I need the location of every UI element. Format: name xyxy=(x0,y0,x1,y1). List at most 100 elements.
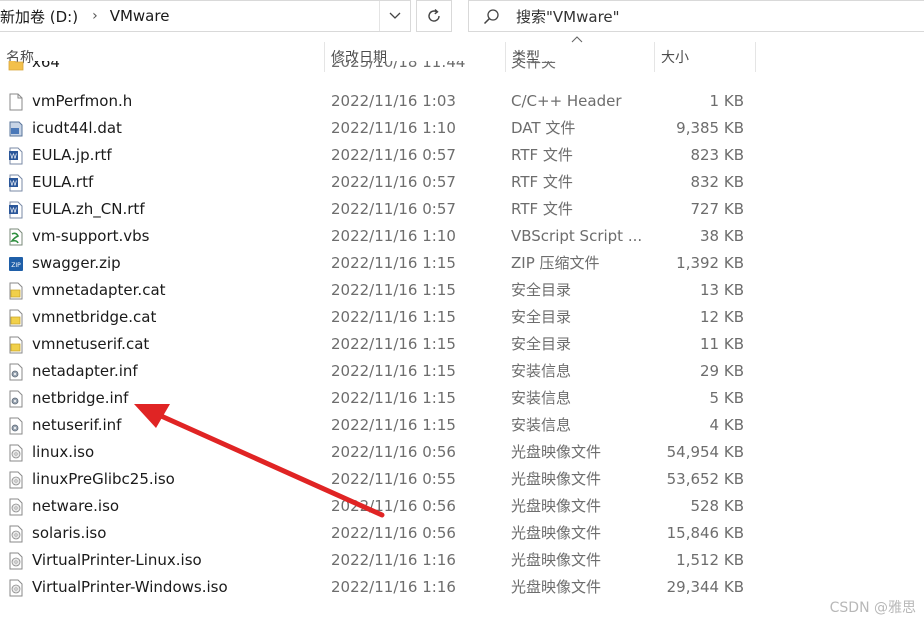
file-type: 光盘映像文件 xyxy=(511,497,602,515)
disc-image-icon xyxy=(8,471,24,489)
file-size: 5 KB xyxy=(709,389,744,407)
file-row[interactable]: linuxPreGlibc25.iso 2022/11/16 0:55 光盘映像文件… xyxy=(0,466,924,493)
chevron-down-icon xyxy=(389,12,401,19)
file-size: 11 KB xyxy=(700,335,744,353)
file-name: EULA.jp.rtf xyxy=(32,146,112,164)
breadcrumb-drive[interactable]: 新加卷 (D:) xyxy=(0,6,78,27)
file-type: 安全目录 xyxy=(511,281,572,299)
file-name: vmnetuserif.cat xyxy=(32,335,150,353)
file-row[interactable]: W EULA.rtf 2022/11/16 0:57 RTF 文件 832 KB xyxy=(0,169,924,196)
word-document-icon: W xyxy=(8,201,24,219)
file-row[interactable]: netware.iso 2022/11/16 0:56 光盘映像文件 528 KB xyxy=(0,493,924,520)
disc-image-icon xyxy=(8,525,24,543)
svg-text:W: W xyxy=(10,180,17,188)
word-document-icon: W xyxy=(8,174,24,192)
file-name: netuserif.inf xyxy=(32,416,122,434)
file-row[interactable]: W EULA.jp.rtf 2022/11/16 0:57 RTF 文件 823 KB xyxy=(0,142,924,169)
file-date: 2022/11/16 1:15 xyxy=(331,308,456,326)
address-history-dropdown[interactable] xyxy=(379,1,410,31)
file-date: 2022/11/16 1:10 xyxy=(331,119,456,137)
security-catalog-icon xyxy=(8,336,24,354)
file-type: 安全目录 xyxy=(511,335,572,353)
file-name: VirtualPrinter-Linux.iso xyxy=(32,551,202,569)
file-type: VBScript Script ... xyxy=(511,227,641,245)
file-size: 53,652 KB xyxy=(666,470,744,488)
file-size: 823 KB xyxy=(690,146,744,164)
svg-text:W: W xyxy=(10,153,17,161)
zip-archive-icon: ZIP xyxy=(8,255,24,273)
address-bar[interactable]: 新加卷 (D:) › VMware xyxy=(0,0,411,32)
file-size: 1,392 KB xyxy=(676,254,744,272)
file-row[interactable]: vmnetadapter.cat 2022/11/16 1:15 安全目录 13 KB xyxy=(0,277,924,304)
setup-info-icon xyxy=(8,417,24,435)
file-name: netadapter.inf xyxy=(32,362,138,380)
word-document-icon: W xyxy=(8,147,24,165)
file-size: 1,512 KB xyxy=(676,551,744,569)
file-date: 2022/11/16 0:56 xyxy=(331,443,456,461)
file-name: vmnetbridge.cat xyxy=(32,308,157,326)
file-row[interactable]: W EULA.zh_CN.rtf 2022/11/16 0:57 RTF 文件 727 … xyxy=(0,196,924,223)
refresh-button[interactable] xyxy=(416,0,452,32)
file-row[interactable]: icudt44l.dat 2022/11/16 1:10 DAT 文件 9,385 K… xyxy=(0,115,924,142)
file-size: 9,385 KB xyxy=(676,119,744,137)
file-date: 2022/11/16 0:56 xyxy=(331,524,456,542)
file-row[interactable]: netadapter.inf 2022/11/16 1:15 安装信息 29 KB xyxy=(0,358,924,385)
file-size: 38 KB xyxy=(700,227,744,245)
file-type: ZIP 压缩文件 xyxy=(511,254,600,272)
file-date: 2022/11/16 1:03 xyxy=(331,92,456,110)
file-date: 2022/11/16 0:55 xyxy=(331,470,456,488)
file-row[interactable]: ZIP swagger.zip 2022/11/16 1:15 ZIP 压缩文件 1,3… xyxy=(0,250,924,277)
breadcrumb-folder[interactable]: VMware xyxy=(110,7,170,25)
file-row[interactable]: vmnetbridge.cat 2022/11/16 1:15 安全目录 12 KB xyxy=(0,304,924,331)
sort-ascending-icon xyxy=(571,36,583,43)
file-name: EULA.zh_CN.rtf xyxy=(32,200,145,218)
file-date: 2025/10/18 11:44 xyxy=(331,61,466,71)
file-name: linux.iso xyxy=(32,443,95,461)
vbscript-icon xyxy=(8,228,24,246)
file-name: vmPerfmon.h xyxy=(32,92,133,110)
file-type: 安装信息 xyxy=(511,416,572,434)
file-row[interactable]: vm-support.vbs 2022/11/16 1:10 VBScript Sc… xyxy=(0,223,924,250)
file-date: 2022/11/16 1:15 xyxy=(331,335,456,353)
dat-file-icon xyxy=(8,120,24,138)
file-type: 光盘映像文件 xyxy=(511,551,602,569)
file-date: 2022/11/16 1:16 xyxy=(331,551,456,569)
file-date: 2022/11/16 0:57 xyxy=(331,200,456,218)
search-box[interactable]: 搜索"VMware" xyxy=(468,0,924,32)
file-row[interactable]: netuserif.inf 2022/11/16 1:15 安装信息 4 KB xyxy=(0,412,924,439)
file-date: 2022/11/16 1:10 xyxy=(331,227,456,245)
file-row[interactable]: vmPerfmon.h 2022/11/16 1:03 C/C++ Header 1 … xyxy=(0,88,924,115)
file-name: VirtualPrinter-Windows.iso xyxy=(32,578,228,596)
file-row[interactable]: solaris.iso 2022/11/16 0:56 光盘映像文件 15,846 K… xyxy=(0,520,924,547)
chevron-right-icon: › xyxy=(92,8,98,24)
folder-icon xyxy=(8,61,24,72)
file-row[interactable]: linux.iso 2022/11/16 0:56 光盘映像文件 54,954 KB xyxy=(0,439,924,466)
file-date: 2022/11/16 1:16 xyxy=(331,578,456,596)
file-row[interactable]: x64 2025/10/18 11:44 文件夹 xyxy=(0,61,924,76)
file-name: solaris.iso xyxy=(32,524,107,542)
file-name: netware.iso xyxy=(32,497,120,515)
file-size: 727 KB xyxy=(690,200,744,218)
file-row[interactable]: VirtualPrinter-Linux.iso 2022/11/16 1:16 光… xyxy=(0,547,924,574)
file-row[interactable]: VirtualPrinter-Windows.iso 2022/11/16 1:1… xyxy=(0,574,924,601)
file-list: x64 2025/10/18 11:44 文件夹 vmPerfmon.h 2022/11… xyxy=(0,61,924,629)
file-name: swagger.zip xyxy=(32,254,121,272)
file-size: 12 KB xyxy=(700,308,744,326)
file-type: C/C++ Header xyxy=(511,92,622,110)
file-row[interactable]: netbridge.inf 2022/11/16 1:15 安装信息 5 KB xyxy=(0,385,924,412)
disc-image-icon xyxy=(8,444,24,462)
file-size: 29 KB xyxy=(700,362,744,380)
file-name: EULA.rtf xyxy=(32,173,94,191)
file-date: 2022/11/16 0:57 xyxy=(331,146,456,164)
file-type: RTF 文件 xyxy=(511,146,573,164)
file-type: 安全目录 xyxy=(511,308,572,326)
file-date: 2022/11/16 1:15 xyxy=(331,362,456,380)
watermark: CSDN @雅思 xyxy=(829,600,916,616)
security-catalog-icon xyxy=(8,282,24,300)
disc-image-icon xyxy=(8,498,24,516)
file-size: 832 KB xyxy=(690,173,744,191)
file-row[interactable]: vmnetuserif.cat 2022/11/16 1:15 安全目录 11 KB xyxy=(0,331,924,358)
setup-info-icon xyxy=(8,363,24,381)
file-type: RTF 文件 xyxy=(511,200,573,218)
file-type: 光盘映像文件 xyxy=(511,443,602,461)
